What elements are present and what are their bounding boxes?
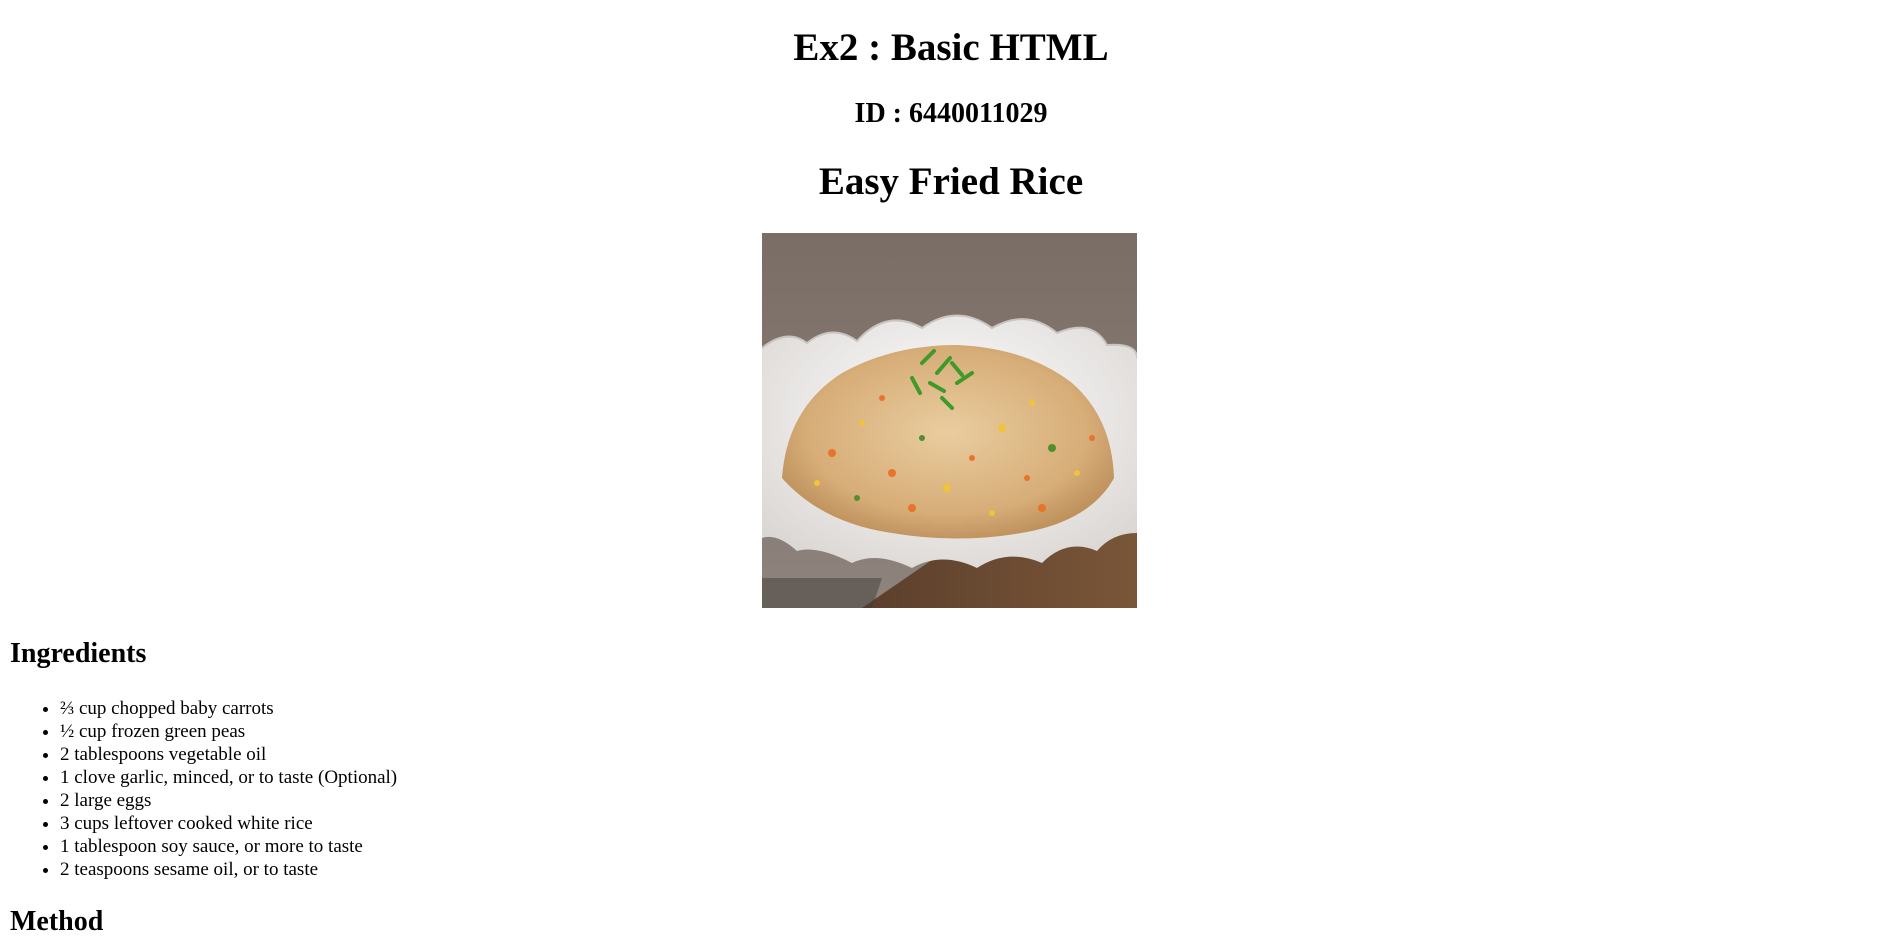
fried-rice-illustration <box>762 233 1137 608</box>
list-item: 2 large eggs <box>60 789 397 812</box>
recipe-title: Easy Fried Rice <box>818 160 1084 203</box>
list-item: 1 tablespoon soy sauce, or more to taste <box>60 835 397 858</box>
method-heading: Method <box>10 906 104 937</box>
ingredient-list: ⅔ cup chopped baby carrots ½ cup frozen … <box>20 697 397 881</box>
page: Ex2 : Basic HTML ID : 6440011029 Easy Fr… <box>0 0 1902 937</box>
fried-rice-photo <box>762 233 1137 608</box>
list-item: 2 tablespoons vegetable oil <box>60 743 397 766</box>
student-id: ID : 6440011029 <box>854 98 1048 129</box>
list-item: ⅔ cup chopped baby carrots <box>60 697 397 720</box>
page-title: Ex2 : Basic HTML <box>793 26 1109 69</box>
list-item: 2 teaspoons sesame oil, or to taste <box>60 858 397 881</box>
list-item: 1 clove garlic, minced, or to taste (Opt… <box>60 766 397 789</box>
ingredients-heading: Ingredients <box>10 638 147 669</box>
list-item: ½ cup frozen green peas <box>60 720 397 743</box>
list-item: 3 cups leftover cooked white rice <box>60 812 397 835</box>
